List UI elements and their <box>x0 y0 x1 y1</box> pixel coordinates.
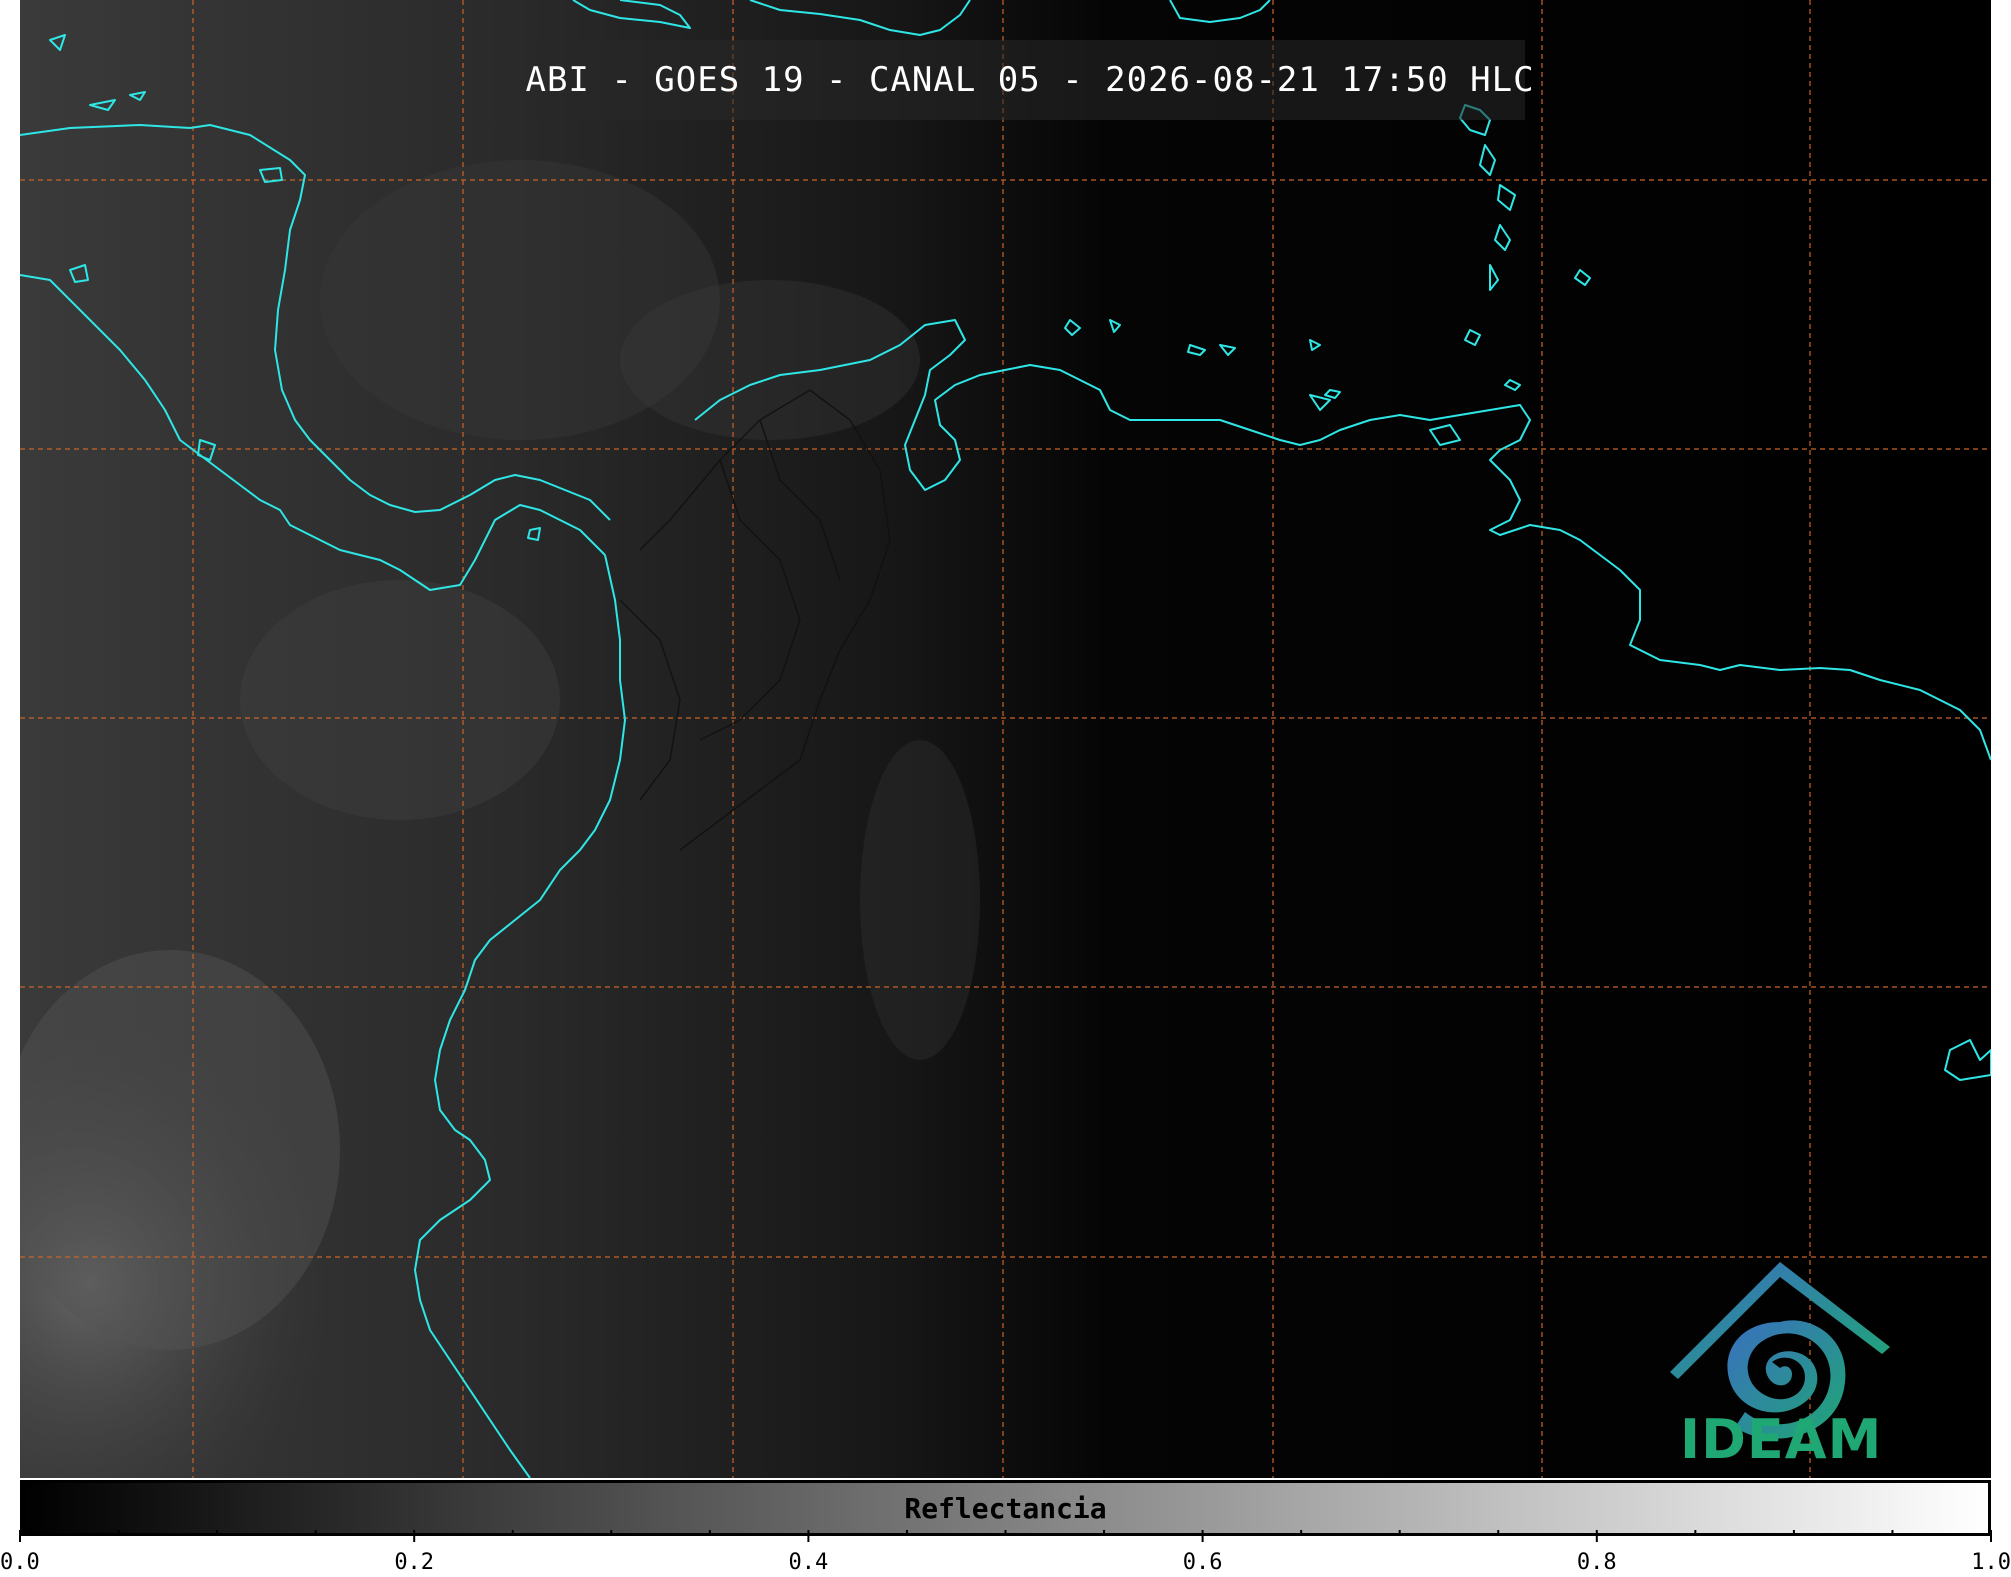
colorbar-tick-label: 0.4 <box>789 1550 829 1575</box>
satellite-image <box>20 0 1991 1478</box>
logo-text: IDEAM <box>1680 1408 1883 1471</box>
image-title: ABI - GOES 19 - CANAL 05 - 2026-08-21 17… <box>525 60 1535 100</box>
colorbar-tick-label: 1.0 <box>1971 1550 2011 1575</box>
colorbar-label: Reflectancia <box>904 1491 1107 1525</box>
colorbar-tick-label: 0.0 <box>0 1550 40 1575</box>
colorbar: Reflectancia <box>20 1480 1991 1536</box>
logo-roof-icon <box>1670 1262 1890 1379</box>
colorbar-axis: 0.0 0.2 0.4 0.6 0.8 1.0 <box>0 1530 2011 1575</box>
colorbar-tick-label: 0.6 <box>1183 1550 1223 1575</box>
cloud-patch <box>240 580 560 820</box>
title-banner: ABI - GOES 19 - CANAL 05 - 2026-08-21 17… <box>525 40 1534 120</box>
colorbar-tick-label: 0.2 <box>394 1550 434 1575</box>
cloud-patch <box>620 280 920 440</box>
cloud-patch <box>860 740 980 1060</box>
colorbar-tick-label: 0.8 <box>1577 1550 1617 1575</box>
